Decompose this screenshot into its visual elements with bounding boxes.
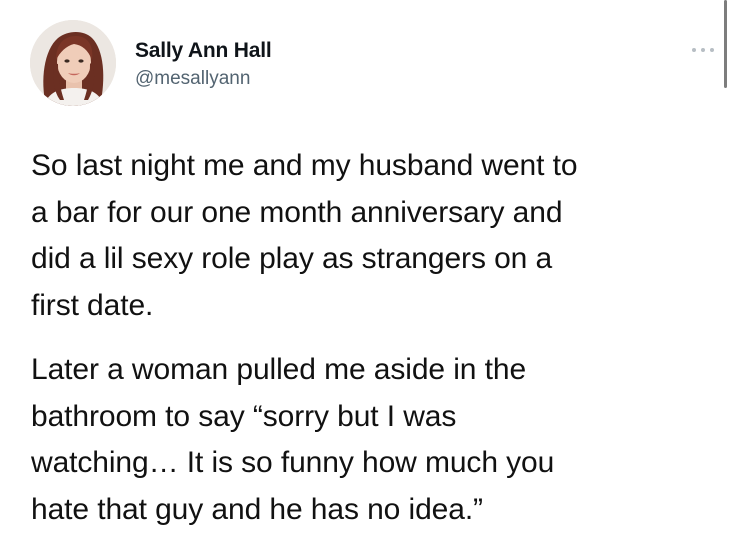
tweet-line: first date. (31, 288, 154, 322)
scrollbar[interactable] (724, 0, 727, 88)
more-options-button[interactable] (690, 42, 720, 58)
tweet-text: So last night me and my husband went to … (31, 143, 721, 533)
ellipsis-icon-dot (710, 48, 714, 52)
tweet-header: Sally Ann Hall @mesallyann (30, 20, 720, 110)
tweet-line: Later a woman pulled me aside in the (31, 353, 527, 386)
ellipsis-icon-dot (701, 48, 705, 52)
tweet-line: a bar for our one month anniversary and (31, 195, 563, 229)
ellipsis-icon-dot (692, 48, 696, 52)
tweet-line: So last night me and my husband went to (31, 149, 578, 182)
profile-photo-icon (30, 20, 116, 106)
tweet-paragraph: Later a woman pulled me aside in the bat… (31, 347, 721, 533)
author-info: Sally Ann Hall @mesallyann (135, 38, 272, 92)
tweet-paragraph: So last night me and my husband went to … (31, 143, 721, 329)
tweet-line: bathroom to say “sorry but I was (31, 399, 457, 433)
author-display-name[interactable]: Sally Ann Hall (135, 38, 272, 64)
tweet-line: did a lil sexy role play as strangers on… (31, 242, 553, 275)
tweet-line: hate that guy and he has no idea.” (31, 492, 483, 526)
avatar[interactable] (30, 20, 116, 106)
tweet-line: watching… It is so funny how much you (31, 446, 555, 479)
author-handle[interactable]: @mesallyann (135, 66, 271, 92)
